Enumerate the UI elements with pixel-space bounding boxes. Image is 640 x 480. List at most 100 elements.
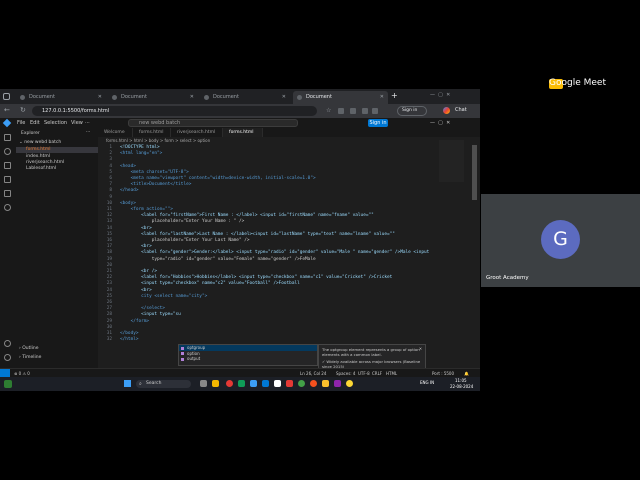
editor-tab[interactable]: riverjsearch.html	[171, 128, 223, 137]
breadcrumb[interactable]: forms.html > html > body > form > select…	[98, 137, 480, 145]
browser-tab-strip: Document ✕ Document ✕ Document ✕ Document ✕ …	[0, 89, 480, 104]
extension-icon[interactable]	[338, 108, 344, 114]
app-icon[interactable]	[298, 380, 305, 387]
browser-signin-button[interactable]: Sign in	[397, 106, 427, 116]
code-line: </body>	[120, 331, 139, 336]
code-line: <html lang="en">	[120, 151, 163, 157]
clock-date[interactable]: 22-08-2024	[450, 384, 473, 389]
browser-tab[interactable]: Document ✕	[108, 91, 198, 104]
code-editor: Welcome forms.html riverjsearch.html for…	[98, 128, 480, 368]
menu-more[interactable]: ···	[85, 118, 90, 128]
edge-icon[interactable]	[262, 380, 269, 387]
extensions-icon[interactable]	[4, 190, 11, 197]
clock-time[interactable]: 11:05	[455, 378, 467, 383]
editor-tab[interactable]: forms.html	[133, 128, 171, 137]
close-icon[interactable]: ✕	[282, 91, 286, 104]
run-debug-icon[interactable]	[4, 176, 11, 183]
browser-toolbar: ← ↻ 127.0.0.1:5500/forms.html ☆ Sign in …	[0, 104, 480, 118]
browser-tab[interactable]: Document ✕	[200, 91, 290, 104]
editor-tab-strip: Welcome forms.html riverjsearch.html for…	[98, 128, 480, 137]
code-line: <meta charset="UTF-8">	[120, 169, 189, 175]
editor-tab-active[interactable]: forms.html	[223, 128, 263, 137]
code-line: type="radio" id="gender" value="Female" …	[120, 256, 316, 262]
vscode-titlebar: File Edit Selection View ··· new webd ba…	[0, 118, 480, 128]
outline-section[interactable]: › Outline	[19, 346, 39, 351]
file-item-forms[interactable]: forms.html	[16, 147, 98, 153]
menu-file[interactable]: File	[17, 118, 25, 128]
extension-icon[interactable]	[372, 108, 378, 114]
app-icon[interactable]	[310, 380, 317, 387]
app-icon[interactable]	[322, 380, 329, 387]
browser-tab-active[interactable]: Document ✕	[293, 91, 388, 104]
source-control-icon[interactable]	[4, 162, 11, 169]
chrome-icon[interactable]	[226, 380, 233, 387]
file-item-index[interactable]: index.html	[26, 154, 50, 159]
back-icon[interactable]: ←	[4, 106, 10, 114]
editor-tab-welcome[interactable]: Welcome	[98, 128, 133, 137]
vertical-scrollbar[interactable]	[472, 145, 477, 200]
chat-button[interactable]: Chat	[455, 107, 467, 113]
account-icon[interactable]	[4, 340, 11, 347]
menu-selection[interactable]: Selection	[44, 118, 67, 128]
globe-icon	[297, 95, 302, 100]
copilot-icon[interactable]	[443, 107, 450, 114]
command-center[interactable]: new webd batch	[128, 119, 298, 127]
file-explorer-icon[interactable]	[212, 380, 219, 387]
shared-screen: Document ✕ Document ✕ Document ✕ Document ✕ …	[0, 89, 480, 391]
tab-menu-icon[interactable]	[3, 93, 10, 100]
close-icon[interactable]: ✕	[98, 91, 102, 104]
more-actions-icon[interactable]: ···	[86, 130, 90, 135]
avatar: G	[541, 220, 580, 259]
remote-icon[interactable]	[4, 204, 11, 211]
address-bar[interactable]: 127.0.0.1:5500/forms.html	[32, 106, 317, 116]
hover-description: The optgroup element represents a group …	[322, 347, 420, 357]
suggestion-item[interactable]: output	[179, 356, 317, 362]
folder-header[interactable]: ⌄ new webd batch	[19, 140, 61, 145]
code-line: <head>	[120, 163, 136, 169]
window-controls[interactable]: — ▢ ✕	[430, 92, 450, 98]
close-icon[interactable]: ✕	[380, 91, 384, 104]
app-icon[interactable]	[238, 380, 245, 387]
file-item-riverjsearch[interactable]: riverjsearch.html	[26, 160, 64, 165]
vscode-logo-icon	[2, 118, 12, 128]
app-icon[interactable]	[346, 380, 353, 387]
taskview-icon[interactable]	[200, 380, 207, 387]
vscode-signin-button[interactable]: Sign in	[368, 119, 388, 127]
participant-name: Groot Academy	[486, 275, 529, 281]
reload-icon[interactable]: ↻	[20, 106, 26, 114]
minimap[interactable]	[439, 140, 464, 182]
menu-edit[interactable]: Edit	[30, 118, 40, 128]
vscode-icon[interactable]	[250, 380, 257, 387]
snippet-icon	[181, 352, 184, 355]
extension-icon[interactable]	[350, 108, 356, 114]
taskbar-search[interactable]: ⌕ Search	[136, 380, 191, 388]
code-line: <meta name="viewport" content="width=dev…	[120, 176, 316, 181]
weather-icon[interactable]	[4, 380, 12, 388]
code-line: <input type="checkbox" name="c2" value="…	[120, 281, 300, 287]
code-line: </html>	[120, 337, 139, 343]
file-item-lablesof[interactable]: Lablesof.html	[26, 166, 56, 171]
window-controls[interactable]: — ▢ ✕	[430, 118, 450, 128]
explorer-icon[interactable]	[4, 134, 11, 141]
search-icon[interactable]	[4, 148, 11, 155]
new-tab-button[interactable]: +	[391, 91, 398, 100]
code-line: city <select name="city">	[120, 293, 208, 299]
app-icon[interactable]	[274, 380, 281, 387]
start-icon[interactable]	[124, 380, 131, 387]
code-line: </select>	[120, 306, 165, 312]
extension-icon[interactable]	[362, 108, 368, 114]
app-icon[interactable]	[286, 380, 293, 387]
star-icon[interactable]: ☆	[326, 107, 331, 114]
close-icon[interactable]: ✕	[419, 346, 422, 351]
menu-view[interactable]: View	[71, 118, 83, 128]
autocomplete-suggestions: optgroup option output	[178, 344, 318, 366]
language-indicator[interactable]: ENG IN	[420, 380, 434, 385]
remote-indicator[interactable]	[0, 369, 10, 377]
app-icon[interactable]	[334, 380, 341, 387]
code-area[interactable]: <!DOCTYPE html> <html lang="en"> <head> <m…	[98, 145, 468, 365]
settings-gear-icon[interactable]	[4, 354, 11, 361]
close-icon[interactable]: ✕	[190, 91, 194, 104]
timeline-section[interactable]: › Timeline	[19, 355, 41, 360]
browser-tab[interactable]: Document ✕	[16, 91, 106, 104]
explorer-sidebar: Explorer ··· ⌄ new webd batch forms.html…	[16, 128, 98, 368]
